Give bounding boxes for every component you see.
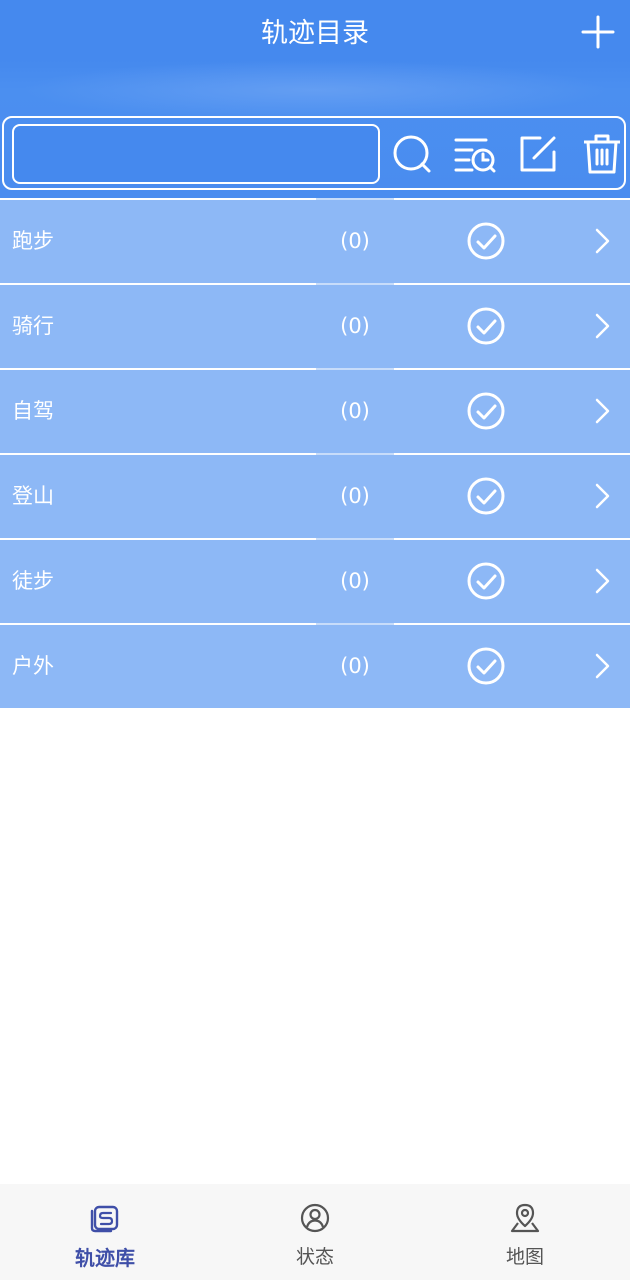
row-count: (0) [340,654,370,678]
list-item[interactable]: 徒步 (0) [0,538,630,623]
row-count: (0) [340,399,370,423]
chevron-right-icon[interactable] [590,311,614,341]
row-count: (0) [340,314,370,338]
map-pin-icon [510,1203,540,1233]
row-count: (0) [340,484,370,508]
list-item[interactable]: 骑行 (0) [0,283,630,368]
search-input[interactable] [12,124,380,184]
edit-icon[interactable] [516,132,560,176]
row-label: 登山 [12,484,54,508]
track-library-icon [90,1205,119,1233]
check-circle-icon[interactable] [466,391,506,431]
list-item[interactable]: 跑步 (0) [0,198,630,283]
row-count: (0) [340,569,370,593]
tab-label: 轨迹库 [75,1246,135,1270]
plus-icon[interactable] [578,12,618,52]
header-glow [20,60,610,120]
header-bar: 轨迹目录 [0,0,630,200]
check-circle-icon[interactable] [466,306,506,346]
chevron-right-icon[interactable] [590,396,614,426]
tab-map[interactable]: 地图 [420,1184,630,1280]
chevron-right-icon[interactable] [590,566,614,596]
check-circle-icon[interactable] [466,646,506,686]
chevron-right-icon[interactable] [590,226,614,256]
row-count: (0) [340,229,370,253]
check-circle-icon[interactable] [466,561,506,601]
search-icon[interactable] [390,132,434,176]
row-label: 徒步 [12,569,54,593]
list-item[interactable]: 登山 (0) [0,453,630,538]
toolbar [2,116,626,190]
chevron-right-icon[interactable] [590,651,614,681]
row-label: 跑步 [12,229,54,253]
tab-label: 状态 [295,1246,334,1268]
bottom-tab-bar: 轨迹库 状态 地图 [0,1184,630,1280]
row-label: 自驾 [12,399,54,423]
page-title: 轨迹目录 [261,18,369,49]
row-label: 骑行 [12,314,54,338]
tab-status[interactable]: 状态 [210,1184,420,1280]
list-history-icon[interactable] [452,132,496,176]
track-category-list: 跑步 (0) 骑行 (0) 自驾 (0) 登山 (0) 徒步 (0) 户外 (0… [0,198,630,708]
tab-label: 地图 [505,1246,544,1268]
list-item[interactable]: 自驾 (0) [0,368,630,453]
person-icon [300,1203,330,1233]
list-item[interactable]: 户外 (0) [0,623,630,708]
trash-icon[interactable] [580,132,624,176]
check-circle-icon[interactable] [466,221,506,261]
check-circle-icon[interactable] [466,476,506,516]
chevron-right-icon[interactable] [590,481,614,511]
row-label: 户外 [12,654,54,678]
tab-track-library[interactable]: 轨迹库 [0,1184,210,1280]
